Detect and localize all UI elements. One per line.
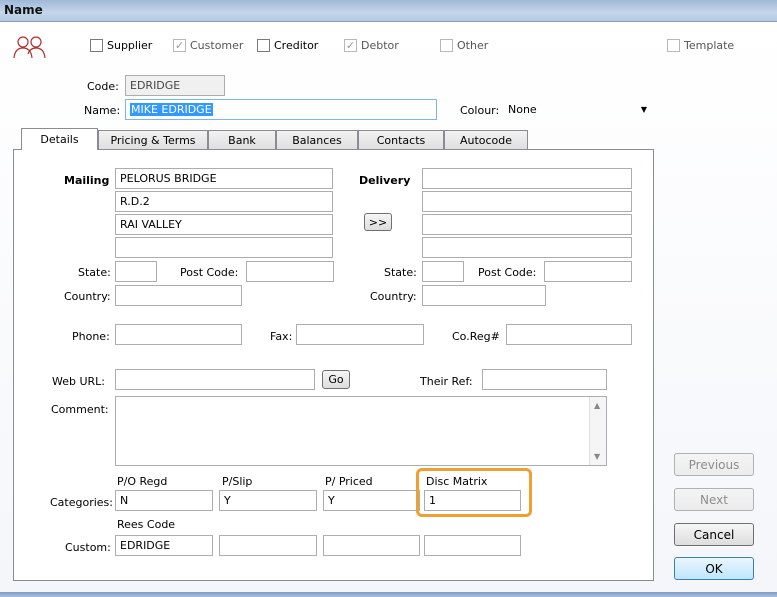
colour-value: None <box>508 103 537 116</box>
tab-bank[interactable]: Bank <box>208 130 276 150</box>
debtor-checkbox[interactable]: ✓ Debtor <box>344 39 399 52</box>
mailing-postcode-field[interactable] <box>246 261 334 282</box>
coreg-label: Co.Reg# <box>452 330 500 343</box>
window-bottom-border <box>0 592 777 597</box>
mailing-country-label: Country: <box>64 290 111 303</box>
mailing-postcode-label: Post Code: <box>180 266 239 279</box>
previous-button[interactable]: Previous <box>674 453 754 476</box>
template-checkbox[interactable]: Template <box>667 39 734 52</box>
mailing-line-2[interactable]: R.D.2 <box>115 191 333 212</box>
name-value: MIKE EDRIDGE <box>130 103 213 116</box>
category-field-po-regd[interactable]: N <box>115 490 213 511</box>
code-label: Code: <box>87 80 119 93</box>
comment-scrollbar[interactable]: ▲ ▼ <box>589 397 606 465</box>
title-bar: Name <box>0 0 777 22</box>
custom-field-3[interactable] <box>323 535 420 556</box>
delivery-country-field[interactable] <box>422 285 546 306</box>
supplier-label: Supplier <box>107 39 153 52</box>
code-field[interactable]: EDRIDGE <box>125 75 225 96</box>
their-ref-label: Their Ref: <box>420 375 473 388</box>
delivery-line-4[interactable] <box>422 237 632 258</box>
scroll-down-icon[interactable]: ▼ <box>594 452 600 461</box>
scroll-up-icon[interactable]: ▲ <box>594 401 600 410</box>
tab-contacts[interactable]: Contacts <box>358 130 444 150</box>
delivery-line-2[interactable] <box>422 191 632 212</box>
mailing-line-4[interactable] <box>115 237 333 258</box>
delivery-line-1[interactable] <box>422 168 632 189</box>
custom-field-1[interactable]: EDRIDGE <box>115 535 213 556</box>
tab-details[interactable]: Details <box>21 128 98 150</box>
mailing-line-1[interactable]: PELORUS BRIDGE <box>115 168 333 189</box>
delivery-state-label: State: <box>384 266 417 279</box>
category-header-2: P/Slip <box>222 475 253 488</box>
mailing-state-label: State: <box>78 266 111 279</box>
other-checkbox-box[interactable] <box>440 39 453 52</box>
go-button[interactable]: Go <box>322 370 350 389</box>
people-icon <box>13 36 46 59</box>
category-header-3: P/ Priced <box>325 475 373 488</box>
mailing-label: Mailing <box>64 174 110 187</box>
debtor-checkbox-box[interactable]: ✓ <box>344 39 357 52</box>
creditor-checkbox-box[interactable] <box>257 39 270 52</box>
tab-balances[interactable]: Balances <box>276 130 358 150</box>
other-checkbox[interactable]: Other <box>440 39 488 52</box>
template-label: Template <box>684 39 735 52</box>
colour-select[interactable]: None ▼ <box>502 99 652 120</box>
phone-field[interactable] <box>115 324 242 345</box>
delivery-state-field[interactable] <box>422 261 464 282</box>
fax-field[interactable] <box>296 324 424 345</box>
next-button[interactable]: Next <box>674 488 754 511</box>
debtor-label: Debtor <box>361 39 399 52</box>
name-label: Name: <box>84 104 121 117</box>
categories-label: Categories: <box>50 496 113 509</box>
category-header-4: Disc Matrix <box>426 475 488 488</box>
name-field[interactable]: MIKE EDRIDGE <box>125 99 437 120</box>
delivery-label: Delivery <box>359 174 411 187</box>
custom-field-4[interactable] <box>424 535 521 556</box>
supplier-checkbox[interactable]: Supplier <box>90 39 152 52</box>
delivery-postcode-field[interactable] <box>544 261 632 282</box>
delivery-line-3[interactable] <box>422 214 632 235</box>
customer-checkbox-box[interactable]: ✓ <box>173 39 186 52</box>
delivery-postcode-label: Post Code: <box>478 266 537 279</box>
delivery-country-label: Country: <box>370 290 417 303</box>
custom-field-2[interactable] <box>219 535 317 556</box>
custom-label: Custom: <box>65 541 111 554</box>
tab-autocode[interactable]: Autocode <box>444 130 528 150</box>
creditor-checkbox[interactable]: Creditor <box>257 39 318 52</box>
mailing-line-3[interactable]: RAI VALLEY <box>115 214 333 235</box>
cancel-button[interactable]: Cancel <box>674 523 754 546</box>
custom-header-1: Rees Code <box>117 518 176 531</box>
comment-textarea[interactable]: ▲ ▼ <box>115 396 607 466</box>
supplier-checkbox-box[interactable] <box>90 39 103 52</box>
category-field-p-priced[interactable]: Y <box>323 490 420 511</box>
colour-label: Colour: <box>460 104 500 117</box>
other-label: Other <box>457 39 489 52</box>
coreg-field[interactable] <box>506 324 632 345</box>
copy-address-button[interactable]: >> <box>364 213 392 231</box>
template-checkbox-box[interactable] <box>667 39 680 52</box>
window-title: Name <box>4 3 43 17</box>
customer-checkbox[interactable]: ✓ Customer <box>173 39 243 52</box>
category-field-disc-matrix[interactable]: 1 <box>424 490 521 511</box>
phone-label: Phone: <box>72 330 110 343</box>
customer-label: Customer <box>190 39 244 52</box>
ok-button[interactable]: OK <box>674 557 754 580</box>
web-url-label: Web URL: <box>52 375 106 388</box>
creditor-label: Creditor <box>274 39 319 52</box>
category-field-p-slip[interactable]: Y <box>219 490 317 511</box>
mailing-state-field[interactable] <box>115 261 157 282</box>
web-url-field[interactable] <box>115 369 315 390</box>
chevron-down-icon: ▼ <box>640 105 647 114</box>
comment-label: Comment: <box>51 403 109 416</box>
mailing-country-field[interactable] <box>115 285 242 306</box>
their-ref-field[interactable] <box>482 369 607 390</box>
fax-label: Fax: <box>270 330 293 343</box>
tab-pricing-terms[interactable]: Pricing & Terms <box>98 130 208 150</box>
category-header-1: P/O Regd <box>117 475 168 488</box>
